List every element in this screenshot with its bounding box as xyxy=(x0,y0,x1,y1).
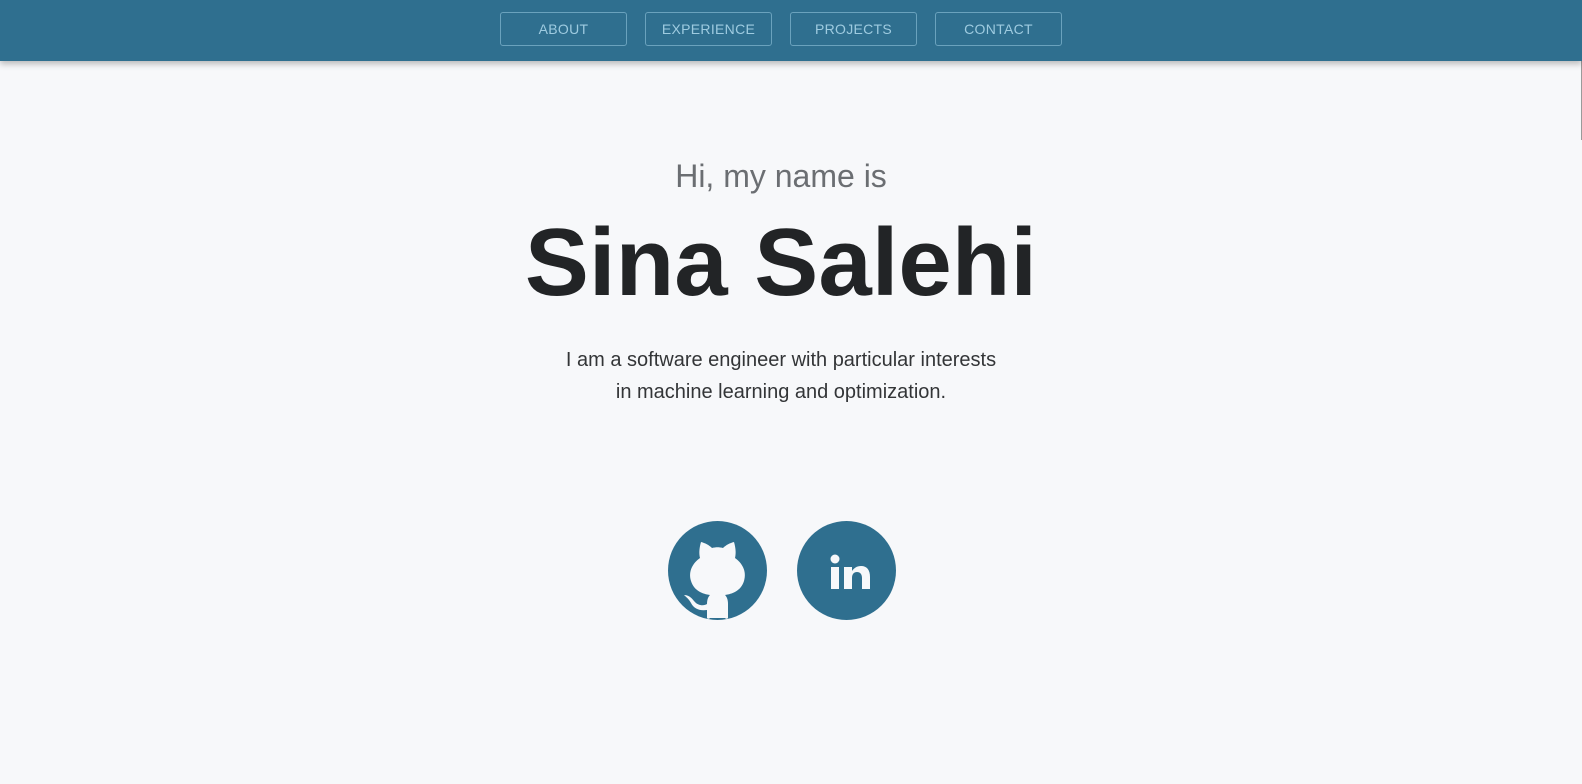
github-link[interactable] xyxy=(668,521,767,620)
github-icon xyxy=(684,542,745,619)
hero-greeting: Hi, my name is xyxy=(675,158,887,194)
hero-bio: I am a software engineer with particular… xyxy=(0,344,1562,408)
linkedin-link[interactable] xyxy=(797,521,896,620)
nav-about-button[interactable]: ABOUT xyxy=(500,12,627,46)
nav-experience-button[interactable]: EXPERIENCE xyxy=(645,12,772,46)
nav-projects-button[interactable]: PROJECTS xyxy=(790,12,917,46)
hero-bio-line-1: I am a software engineer with particular… xyxy=(565,349,997,371)
linkedin-icon xyxy=(830,554,870,589)
nav-contact-button[interactable]: CONTACT xyxy=(935,12,1062,46)
top-navbar: ABOUT EXPERIENCE PROJECTS CONTACT xyxy=(0,0,1582,61)
hero-bio-line-2: in machine learning and optimization. xyxy=(615,381,947,403)
hero-name: Sina Salehi xyxy=(524,209,1038,316)
